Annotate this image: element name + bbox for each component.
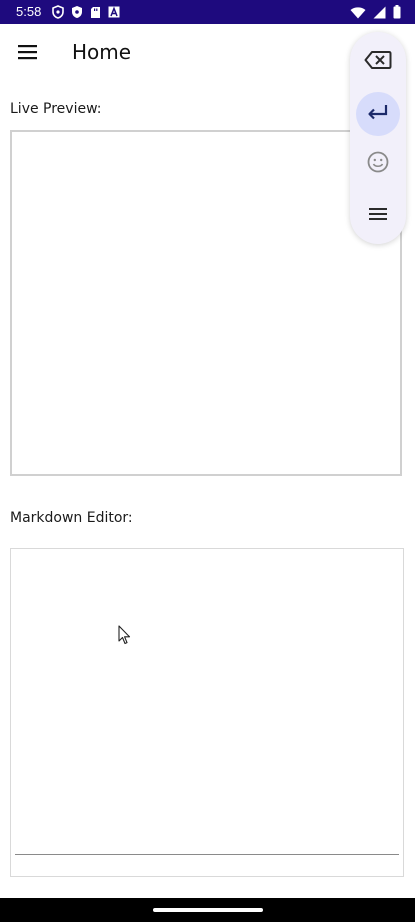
enter-icon bbox=[366, 103, 390, 125]
live-preview-panel bbox=[10, 130, 402, 476]
shield-icon bbox=[52, 5, 64, 19]
markdown-editor[interactable] bbox=[10, 548, 404, 877]
editor-label: Markdown Editor: bbox=[10, 510, 133, 526]
backspace-icon bbox=[364, 50, 392, 74]
preview-label: Live Preview: bbox=[10, 101, 102, 117]
toolbar-menu-button[interactable] bbox=[356, 194, 400, 238]
mouse-pointer-icon bbox=[118, 625, 132, 645]
a-badge-icon bbox=[108, 6, 120, 18]
enter-button[interactable] bbox=[356, 92, 400, 136]
menu-icon bbox=[367, 206, 389, 226]
page-title: Home bbox=[72, 40, 132, 64]
sd-card-icon bbox=[90, 6, 101, 19]
navigation-bar bbox=[0, 898, 415, 922]
emoji-icon bbox=[367, 151, 389, 177]
floating-keyboard-toolbar bbox=[350, 32, 406, 244]
status-bar: 5:58 bbox=[0, 0, 415, 24]
editor-underline bbox=[15, 854, 399, 855]
menu-icon[interactable] bbox=[16, 41, 40, 65]
battery-icon bbox=[393, 5, 401, 19]
home-gesture-handle[interactable] bbox=[153, 908, 263, 912]
emoji-button[interactable] bbox=[356, 142, 400, 186]
backspace-button[interactable] bbox=[356, 40, 400, 84]
shield-filled-icon bbox=[71, 5, 83, 19]
status-time: 5:58 bbox=[16, 4, 42, 19]
status-left-icons bbox=[52, 5, 120, 19]
signal-icon bbox=[373, 6, 386, 19]
wifi-icon bbox=[350, 6, 366, 19]
status-right-icons bbox=[350, 5, 401, 19]
